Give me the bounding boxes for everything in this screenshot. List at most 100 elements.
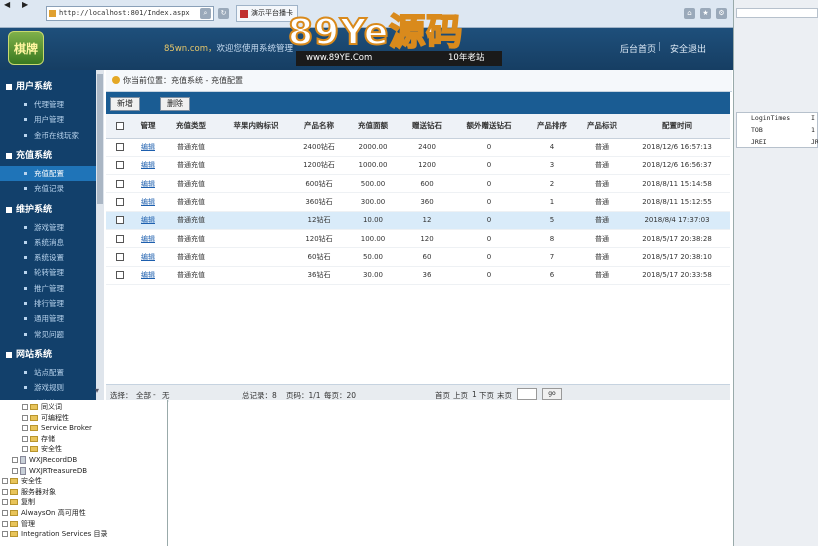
sidebar-item[interactable]: 充值记录 bbox=[0, 181, 96, 196]
sidebar-item[interactable]: 排行管理 bbox=[0, 296, 96, 311]
tree-node[interactable]: 管理 bbox=[2, 519, 35, 529]
header-select[interactable] bbox=[106, 114, 134, 139]
address-bar[interactable]: http://localhost:801/Index.aspx bbox=[46, 6, 214, 21]
tree-node[interactable]: WXJRTreasureDB bbox=[12, 466, 87, 476]
page-number-input[interactable] bbox=[517, 388, 537, 400]
table-row[interactable]: 编辑 普通充值 600钻石 500.00 600 0 2 普通 2018/8/11 15:14:… bbox=[106, 174, 730, 194]
edit-link[interactable]: 编辑 bbox=[141, 253, 155, 261]
tree-node[interactable]: 安全性 bbox=[22, 444, 62, 454]
row-select-cell[interactable] bbox=[106, 156, 134, 176]
row-select-cell[interactable] bbox=[106, 192, 134, 212]
sidebar-item[interactable]: 游戏规则 bbox=[0, 380, 96, 395]
sidebar-item-label: 通用管理 bbox=[34, 314, 64, 324]
sidebar-item[interactable]: 系统消息 bbox=[0, 235, 96, 250]
sidebar-item[interactable]: 代理管理 bbox=[0, 97, 96, 112]
select-all-checkbox[interactable] bbox=[116, 122, 124, 131]
expand-icon[interactable] bbox=[2, 499, 8, 506]
sidebar-group-header[interactable]: 用户系统 bbox=[0, 78, 96, 96]
row-select-cell[interactable] bbox=[106, 138, 134, 157]
row-checkbox[interactable] bbox=[116, 234, 124, 243]
tree-node[interactable]: AlwaysOn 高可用性 bbox=[2, 508, 86, 518]
sidebar-item[interactable]: 系统设置 bbox=[0, 250, 96, 265]
sidebar-group-header[interactable]: 维护系统 bbox=[0, 201, 96, 219]
logout-link[interactable]: 安全退出 bbox=[670, 42, 706, 55]
bullet-icon bbox=[24, 118, 27, 122]
row-checkbox[interactable] bbox=[116, 271, 124, 280]
expand-icon[interactable] bbox=[22, 435, 28, 442]
tree-node[interactable]: 安全性 bbox=[2, 476, 42, 486]
tree-node[interactable]: Service Broker bbox=[22, 423, 92, 433]
row-checkbox[interactable] bbox=[116, 161, 124, 170]
scroll-down-icon[interactable]: ▾ bbox=[95, 386, 99, 395]
row-select-cell[interactable] bbox=[106, 247, 134, 267]
tree-node[interactable]: 可编程性 bbox=[22, 413, 69, 423]
gear-icon[interactable]: ⚙ bbox=[716, 8, 727, 19]
table-row[interactable]: 编辑 普通充值 60钻石 50.00 60 0 7 普通 2018/5/17 20:38:10 bbox=[106, 247, 730, 267]
cell-gift: 360 bbox=[400, 192, 454, 212]
star-icon[interactable]: ★ bbox=[700, 8, 711, 19]
tree-node[interactable]: 同义词 bbox=[22, 402, 62, 412]
table-row[interactable]: 编辑 普通充值 120钻石 100.00 120 0 8 普通 2018/5/17 20:38:… bbox=[106, 229, 730, 249]
expand-icon[interactable] bbox=[12, 467, 18, 474]
expand-icon[interactable] bbox=[2, 520, 8, 527]
edit-link[interactable]: 编辑 bbox=[141, 235, 155, 243]
expand-icon[interactable] bbox=[22, 425, 28, 432]
edit-link[interactable]: 编辑 bbox=[141, 271, 155, 279]
sidebar-item[interactable]: 常见问题 bbox=[0, 327, 96, 342]
row-checkbox[interactable] bbox=[116, 198, 124, 207]
row-checkbox[interactable] bbox=[116, 252, 124, 261]
tree-node[interactable]: Integration Services 目录 bbox=[2, 529, 108, 539]
edit-link[interactable]: 编辑 bbox=[141, 161, 155, 169]
sidebar-item[interactable]: 金币在线玩家 bbox=[0, 128, 96, 143]
tree-node[interactable]: 服务器对象 bbox=[2, 487, 56, 497]
search-icon[interactable]: ⌕ bbox=[200, 8, 211, 19]
row-checkbox[interactable] bbox=[116, 216, 124, 225]
table-row[interactable]: 编辑 普通充值 12钻石 10.00 12 0 5 普通 2018/8/4 17:37:03 bbox=[106, 211, 730, 230]
row-checkbox[interactable] bbox=[116, 143, 124, 152]
table-row[interactable]: 编辑 普通充值 360钻石 300.00 360 0 1 普通 2018/8/11 15:12:… bbox=[106, 192, 730, 212]
tree-node[interactable]: 复制 bbox=[2, 497, 35, 507]
sidebar-item[interactable]: 推广管理 bbox=[0, 281, 96, 296]
row-checkbox[interactable] bbox=[116, 179, 124, 188]
sidebar-item[interactable]: 通用管理 bbox=[0, 311, 96, 326]
sidebar-scrollbar-thumb[interactable] bbox=[97, 74, 103, 204]
row-select-cell[interactable] bbox=[106, 211, 134, 230]
expand-icon[interactable] bbox=[22, 404, 28, 410]
tree-node[interactable]: WXJRecordDB bbox=[12, 455, 77, 465]
delete-button[interactable]: 删除 bbox=[160, 97, 190, 111]
sidebar-item-label: 站点配置 bbox=[34, 367, 64, 377]
table-row[interactable]: 编辑 普通充值 1200钻石 1000.00 1200 0 3 普通 2018/12/6 16:… bbox=[106, 156, 730, 176]
refresh-icon[interactable]: ↻ bbox=[218, 8, 229, 19]
expand-icon[interactable] bbox=[12, 457, 18, 463]
home-link[interactable]: 后台首页 bbox=[620, 42, 656, 55]
edit-link[interactable]: 编辑 bbox=[141, 216, 155, 224]
go-button[interactable]: go bbox=[542, 388, 562, 400]
expand-icon[interactable] bbox=[22, 446, 28, 453]
back-arrow-icon[interactable]: ◀ bbox=[4, 0, 10, 9]
bullet-icon bbox=[24, 317, 27, 321]
expand-icon[interactable] bbox=[2, 488, 8, 495]
edit-link[interactable]: 编辑 bbox=[141, 198, 155, 206]
row-select-cell[interactable] bbox=[106, 229, 134, 249]
sidebar-item[interactable]: 站点配置 bbox=[0, 365, 96, 380]
sidebar-group-header[interactable]: 网站系统 bbox=[0, 346, 96, 364]
expand-icon[interactable] bbox=[22, 414, 28, 421]
home-icon[interactable]: ⌂ bbox=[684, 8, 695, 19]
tree-node[interactable]: 存储 bbox=[22, 434, 55, 444]
add-button[interactable]: 新增 bbox=[110, 97, 140, 111]
sidebar-item[interactable]: 用户管理 bbox=[0, 112, 96, 127]
sidebar-item[interactable]: 充值配置 bbox=[0, 165, 96, 181]
sidebar-item[interactable]: 轮转管理 bbox=[0, 265, 96, 280]
edit-link[interactable]: 编辑 bbox=[141, 180, 155, 188]
expand-icon[interactable] bbox=[2, 531, 8, 538]
forward-arrow-icon[interactable]: ▶ bbox=[22, 0, 28, 9]
edit-link[interactable]: 编辑 bbox=[141, 143, 155, 151]
row-select-cell[interactable] bbox=[106, 174, 134, 194]
table-row[interactable]: 编辑 普通充值 2400钻石 2000.00 2400 0 4 普通 2018/12/6 16:… bbox=[106, 138, 730, 157]
expand-icon[interactable] bbox=[2, 478, 8, 485]
sidebar-item[interactable]: 游戏管理 bbox=[0, 220, 96, 235]
sidebar-group-header[interactable]: 充值系统 bbox=[0, 147, 96, 165]
table-row[interactable]: 编辑 普通充值 36钻石 30.00 36 0 6 普通 2018/5/17 20:33:58 bbox=[106, 266, 730, 285]
row-select-cell[interactable] bbox=[106, 266, 134, 285]
expand-icon[interactable] bbox=[2, 510, 8, 516]
